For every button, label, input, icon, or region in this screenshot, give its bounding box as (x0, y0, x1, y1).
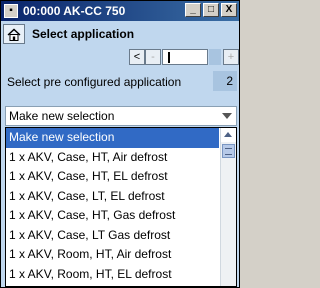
chevron-down-icon[interactable] (222, 113, 232, 119)
page-title: Select application (32, 27, 135, 41)
title-bar[interactable]: ▪ 00:000 AK-CC 750 _ □ X (1, 1, 239, 21)
page-input[interactable] (162, 49, 208, 65)
home-button[interactable] (3, 24, 25, 44)
scroll-thumb[interactable] (222, 144, 235, 158)
preconfigured-value[interactable]: 2 (213, 71, 237, 91)
list-item[interactable]: 1 x AKV, Case, HT, Air defrost (6, 148, 219, 168)
app-window: ▪ 00:000 AK-CC 750 _ □ X Select applicat… (0, 0, 240, 288)
minimize-button[interactable]: _ (185, 3, 201, 17)
app-icon: ▪ (4, 4, 18, 18)
back-button[interactable]: - (145, 49, 161, 65)
list-item[interactable]: 1 x AKV, Case, LT, EL defrost (6, 187, 219, 207)
text-caret (168, 52, 170, 63)
scroll-up-icon[interactable] (221, 128, 236, 142)
list-item[interactable]: 1 x AKV, Case, LT Gas defrost (6, 226, 219, 246)
next-page-button[interactable]: + (223, 49, 239, 65)
list-item[interactable]: Make new selection (6, 128, 219, 148)
list-item[interactable]: 1 x AKV, Room, HT, Air defrost (6, 245, 219, 265)
pager: < - + (129, 48, 239, 66)
close-button[interactable]: X (221, 3, 237, 17)
application-select[interactable]: Make new selection (5, 106, 237, 126)
maximize-button[interactable]: □ (203, 3, 219, 17)
preconfigured-row: Select pre configured application 2 (7, 71, 239, 93)
home-icon (7, 28, 21, 41)
scrollbar[interactable] (220, 128, 236, 286)
preconfigured-label: Select pre configured application (7, 75, 182, 89)
list-item[interactable]: 1 x AKV, Room, HT, EL defrost (6, 265, 219, 285)
select-value: Make new selection (9, 109, 115, 123)
window-controls: _ □ X (185, 3, 237, 17)
list-item[interactable]: 1 x AKV, Case, HT, Gas defrost (6, 206, 219, 226)
window-title: 00:000 AK-CC 750 (23, 4, 126, 18)
page-header: Select application (3, 23, 237, 45)
pager-spacer (209, 49, 221, 65)
prev-page-button[interactable]: < (129, 49, 145, 65)
dropdown-list: Make new selection 1 x AKV, Case, HT, Ai… (5, 127, 237, 287)
list-item[interactable]: 1 x AKV, Case, HT, EL defrost (6, 167, 219, 187)
